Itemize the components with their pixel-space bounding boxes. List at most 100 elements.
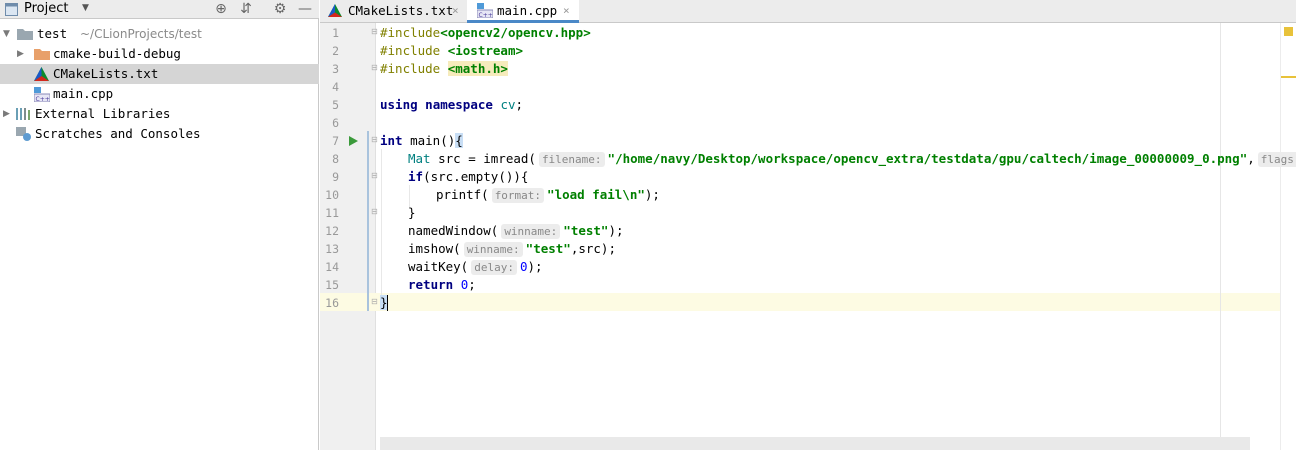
parameter-hint: delay: — [471, 260, 517, 275]
libraries-icon — [16, 108, 30, 120]
code-line-3[interactable]: #include <math.h> — [380, 60, 508, 78]
tree-item-main-cpp[interactable]: C++ main.cpp — [0, 84, 319, 104]
warning-marker-icon[interactable] — [1284, 27, 1293, 36]
project-path: ~/CLionProjects/test — [80, 27, 202, 41]
chevron-right-icon[interactable]: ▶ — [3, 104, 13, 124]
fold-icon[interactable]: ⊟ — [371, 63, 380, 72]
string-literal: "/home/navy/Desktop/workspace/opencv_ext… — [607, 151, 1248, 166]
gear-icon[interactable]: ⚙ — [271, 0, 289, 18]
parameter-hint: format: — [491, 188, 545, 203]
cpp-file-icon: C++ — [477, 3, 493, 18]
folder-icon — [17, 29, 33, 40]
line-number: 2 — [332, 44, 339, 58]
chevron-down-icon[interactable]: ▼ — [82, 3, 89, 13]
change-marker — [367, 131, 369, 311]
tree-item-label: main.cpp — [53, 86, 114, 101]
punctuation: ; — [515, 97, 524, 112]
code-line-8[interactable]: Mat src = imread(filename: "/home/navy/De… — [408, 150, 1296, 168]
tree-item-label: test — [37, 26, 68, 41]
cmake-icon — [34, 67, 49, 81]
project-view-icon — [5, 3, 18, 16]
collapse-all-icon[interactable]: ⇵ — [237, 0, 255, 18]
project-view-title[interactable]: Project — [24, 1, 68, 16]
parameter-hint: flags: — [1257, 152, 1296, 167]
svg-text:C++: C++ — [479, 12, 493, 18]
line-number: 15 — [325, 278, 339, 292]
line-number: 7 — [332, 134, 339, 148]
hide-panel-icon[interactable]: — — [296, 0, 314, 18]
locate-file-icon[interactable]: ⊕ — [212, 0, 230, 18]
fold-icon[interactable]: ⊟ — [371, 297, 380, 306]
line-number: 12 — [325, 224, 339, 238]
close-icon[interactable]: × — [452, 0, 459, 22]
chevron-down-icon[interactable]: ▼ — [3, 24, 13, 44]
svg-text:C++: C++ — [36, 96, 50, 102]
code-line-11[interactable]: } — [408, 204, 416, 222]
tab-cmakelists[interactable]: CMakeLists.txt × — [320, 0, 467, 23]
tree-item-scratches[interactable]: Scratches and Consoles — [0, 124, 319, 144]
indent-guide — [381, 149, 382, 299]
editor-tab-bar: CMakeLists.txt × C++ main.cpp × — [320, 0, 1296, 23]
punctuation: ); — [608, 223, 624, 238]
tab-main-cpp[interactable]: C++ main.cpp × — [467, 0, 579, 23]
code-line-7[interactable]: int main(){ — [380, 132, 463, 150]
horizontal-scrollbar[interactable] — [380, 437, 1250, 450]
tree-item-label: cmake-build-debug — [53, 46, 181, 61]
vertical-scrollbar[interactable] — [1280, 23, 1296, 450]
code-line-12[interactable]: namedWindow(winname: "test"); — [408, 222, 624, 240]
code-line-15[interactable]: return 0; — [408, 276, 476, 294]
number-literal: 0 — [519, 259, 528, 274]
punctuation: , — [1247, 151, 1255, 166]
chevron-right-icon[interactable]: ▶ — [17, 44, 27, 64]
run-icon[interactable] — [349, 136, 358, 146]
keyword: return — [408, 277, 454, 292]
punctuation: ; — [468, 277, 476, 292]
line-number: 13 — [325, 242, 339, 256]
line-number: 10 — [325, 188, 339, 202]
code-line-5[interactable]: using namespace cv; — [380, 96, 523, 114]
project-toolbar: Project ▼ ⊕ ⇵ ⚙ — — [0, 0, 319, 19]
line-number: 4 — [332, 80, 339, 94]
string-literal: "test" — [563, 223, 609, 238]
parameter-hint: filename: — [538, 152, 605, 167]
preprocessor-directive: #include — [380, 43, 448, 58]
preprocessor-directive: #include — [380, 25, 441, 40]
close-icon[interactable]: × — [563, 0, 570, 22]
line-number: 3 — [332, 62, 339, 76]
line-number: 11 — [325, 206, 339, 220]
fold-icon[interactable]: ⊟ — [371, 207, 380, 216]
fold-icon[interactable]: ⊟ — [371, 27, 380, 36]
code-line-13[interactable]: imshow(winname: "test",src); — [408, 240, 616, 258]
code-line-10[interactable]: printf(format: "load fail\n"); — [436, 186, 660, 204]
code-line-2[interactable]: #include <iostream> — [380, 42, 523, 60]
tree-item-cmakelists[interactable]: CMakeLists.txt — [0, 64, 319, 84]
warning-stripe-icon[interactable] — [1281, 76, 1296, 78]
include-header: <opencv2/opencv.hpp> — [440, 25, 591, 40]
code-line-14[interactable]: waitKey(delay: 0); — [408, 258, 543, 276]
brace: { — [455, 133, 463, 148]
fold-icon[interactable]: ⊟ — [371, 171, 380, 180]
line-number: 14 — [325, 260, 339, 274]
tab-label: main.cpp — [497, 3, 558, 18]
code-text: } — [408, 205, 416, 220]
tree-item-cmake-build-debug[interactable]: ▶ cmake-build-debug — [0, 44, 319, 64]
preprocessor-directive: #include — [380, 61, 448, 76]
line-number: 6 — [332, 116, 339, 130]
code-text: namedWindow( — [408, 223, 499, 238]
scratches-icon — [16, 127, 31, 141]
fold-icon[interactable]: ⊟ — [371, 135, 380, 144]
parameter-hint: winname: — [463, 242, 523, 257]
code-text: (src.empty()){ — [423, 169, 529, 184]
line-number: 9 — [332, 170, 339, 184]
tree-item-label: Scratches and Consoles — [35, 126, 201, 141]
keyword: if — [408, 169, 424, 184]
tree-item-project-root[interactable]: ▼ test ~/CLionProjects/test — [0, 24, 319, 44]
keyword: namespace — [425, 97, 493, 112]
tree-item-label: CMakeLists.txt — [53, 66, 159, 81]
code-line-9[interactable]: if(src.empty()){ — [408, 168, 528, 186]
punctuation: ,src); — [570, 241, 616, 256]
line-number: 8 — [332, 152, 339, 166]
right-margin-guide — [1220, 23, 1221, 437]
code-line-1[interactable]: #include<opencv2/opencv.hpp> — [380, 24, 591, 42]
tree-item-external-libraries[interactable]: ▶ External Libraries — [0, 104, 319, 124]
